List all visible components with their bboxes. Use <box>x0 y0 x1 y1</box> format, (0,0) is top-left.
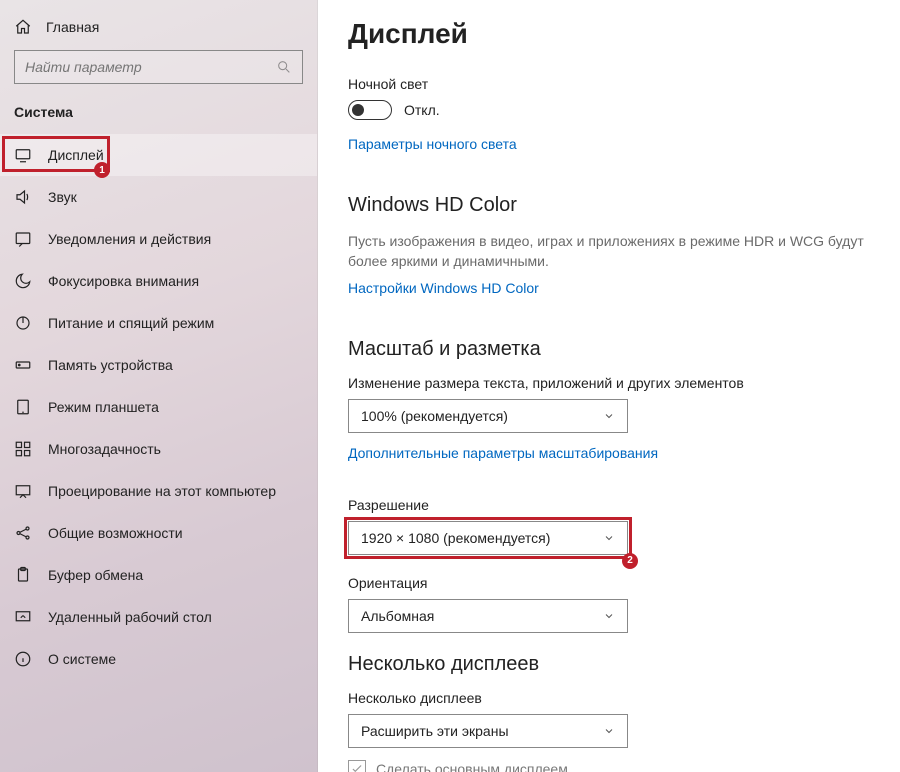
home-label: Главная <box>46 19 99 35</box>
sidebar-item-label: Режим планшета <box>48 399 159 415</box>
page-title: Дисплей <box>348 18 870 50</box>
multi-heading: Несколько дисплеев <box>348 653 870 676</box>
sidebar-item-projecting[interactable]: Проецирование на этот компьютер <box>0 470 317 512</box>
multi-select[interactable]: Расширить эти экраны <box>348 714 628 748</box>
sidebar-item-focus[interactable]: Фокусировка внимания <box>0 260 317 302</box>
projecting-icon <box>14 482 32 500</box>
sidebar-item-label: О системе <box>48 651 116 667</box>
chevron-down-icon <box>603 725 615 737</box>
search-input[interactable] <box>25 59 276 75</box>
info-icon <box>14 650 32 668</box>
scale-select[interactable]: 100% (рекомендуется) <box>348 399 628 433</box>
multi-label: Несколько дисплеев <box>348 690 870 706</box>
resolution-label: Разрешение <box>348 497 870 513</box>
sidebar-item-shared[interactable]: Общие возможности <box>0 512 317 554</box>
clipboard-icon <box>14 566 32 584</box>
primary-display-checkbox-row[interactable]: Сделать основным дисплеем <box>348 760 870 772</box>
sidebar-item-display[interactable]: Дисплей 1 <box>0 134 317 176</box>
sidebar-item-label: Память устройства <box>48 357 173 373</box>
orientation-value: Альбомная <box>361 608 434 624</box>
orientation-select[interactable]: Альбомная <box>348 599 628 633</box>
sidebar-item-label: Многозадачность <box>48 441 161 457</box>
night-light-label: Ночной свет <box>348 76 870 92</box>
display-icon <box>14 146 32 164</box>
resolution-value: 1920 × 1080 (рекомендуется) <box>361 530 550 546</box>
storage-icon <box>14 356 32 374</box>
focus-icon <box>14 272 32 290</box>
tablet-icon <box>14 398 32 416</box>
hd-color-heading: Windows HD Color <box>348 194 870 217</box>
home-nav[interactable]: Главная <box>0 10 317 46</box>
settings-sidebar: Главная Система Дисплей 1 Звук Уведомлен… <box>0 0 318 772</box>
sidebar-item-label: Буфер обмена <box>48 567 143 583</box>
chevron-down-icon <box>603 532 615 544</box>
scale-advanced-link[interactable]: Дополнительные параметры масштабирования <box>348 445 658 461</box>
sidebar-item-clipboard[interactable]: Буфер обмена <box>0 554 317 596</box>
sidebar-item-label: Звук <box>48 189 77 205</box>
scale-value: 100% (рекомендуется) <box>361 408 508 424</box>
section-title: Система <box>0 98 317 130</box>
chevron-down-icon <box>603 410 615 422</box>
hd-color-desc: Пусть изображения в видео, играх и прило… <box>348 231 870 272</box>
sidebar-item-multitasking[interactable]: Многозадачность <box>0 428 317 470</box>
sidebar-item-remote[interactable]: Удаленный рабочий стол <box>0 596 317 638</box>
sidebar-item-power[interactable]: Питание и спящий режим <box>0 302 317 344</box>
sidebar-item-label: Удаленный рабочий стол <box>48 609 212 625</box>
orientation-label: Ориентация <box>348 575 870 591</box>
multitasking-icon <box>14 440 32 458</box>
scale-heading: Масштаб и разметка <box>348 338 870 361</box>
night-light-state: Откл. <box>404 102 440 118</box>
remote-icon <box>14 608 32 626</box>
sidebar-item-sound[interactable]: Звук <box>0 176 317 218</box>
sidebar-item-tablet[interactable]: Режим планшета <box>0 386 317 428</box>
shared-icon <box>14 524 32 542</box>
notifications-icon <box>14 230 32 248</box>
annotation-badge-2: 2 <box>622 553 638 569</box>
sidebar-item-about[interactable]: О системе <box>0 638 317 680</box>
checkbox-icon <box>348 760 366 772</box>
sidebar-item-label: Общие возможности <box>48 525 183 541</box>
resolution-select[interactable]: 1920 × 1080 (рекомендуется) <box>348 521 628 555</box>
search-box[interactable] <box>14 50 303 84</box>
sidebar-item-notifications[interactable]: Уведомления и действия <box>0 218 317 260</box>
primary-display-label: Сделать основным дисплеем <box>376 761 568 772</box>
sidebar-item-label: Дисплей <box>48 147 104 163</box>
sidebar-item-storage[interactable]: Память устройства <box>0 344 317 386</box>
chevron-down-icon <box>603 610 615 622</box>
sidebar-item-label: Уведомления и действия <box>48 231 211 247</box>
sound-icon <box>14 188 32 206</box>
night-light-settings-link[interactable]: Параметры ночного света <box>348 136 517 152</box>
sidebar-item-label: Фокусировка внимания <box>48 273 199 289</box>
power-icon <box>14 314 32 332</box>
sidebar-item-label: Питание и спящий режим <box>48 315 214 331</box>
hd-color-link[interactable]: Настройки Windows HD Color <box>348 280 539 296</box>
multi-value: Расширить эти экраны <box>361 723 509 739</box>
scale-label: Изменение размера текста, приложений и д… <box>348 375 870 391</box>
home-icon <box>14 18 32 36</box>
settings-main: Дисплей Ночной свет Откл. Параметры ночн… <box>318 0 900 772</box>
night-light-toggle[interactable] <box>348 100 392 120</box>
sidebar-item-label: Проецирование на этот компьютер <box>48 483 276 499</box>
search-icon <box>276 59 292 75</box>
